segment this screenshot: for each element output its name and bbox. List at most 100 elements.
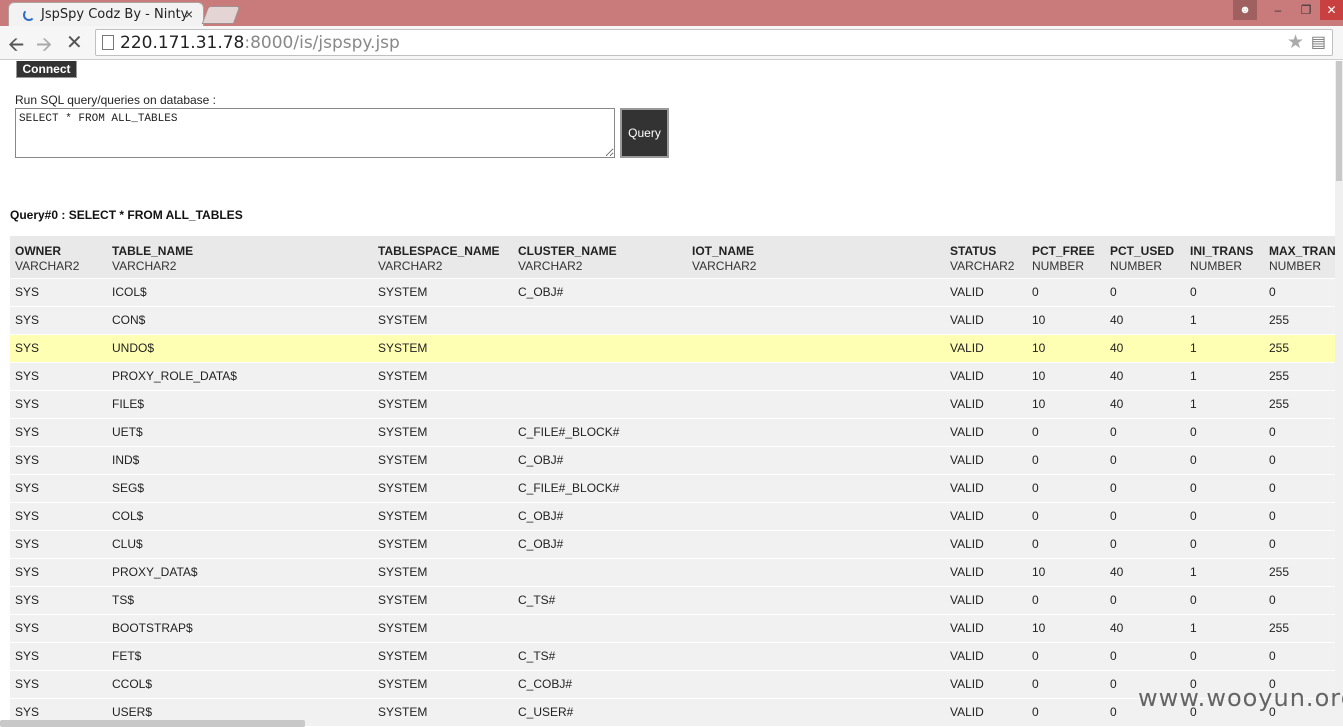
table-row[interactable]: SYS IND$ SYSTEM C_OBJ# VALID 0 0 0 0 [10, 446, 1343, 474]
table-cell [687, 586, 945, 614]
column-type: NUMBER [1110, 258, 1163, 273]
url-text[interactable]: 220.171.31.78:8000/is/jspspy.jsp [120, 33, 400, 53]
column-name: PCT_USED [1110, 243, 1175, 258]
watermark: www.wooyun.org [1138, 684, 1343, 712]
new-tab-button[interactable] [201, 6, 241, 24]
table-cell: 10 [1032, 369, 1046, 383]
table-row[interactable]: SYS CON$ SYSTEM VALID 10 40 1 255 [10, 306, 1343, 334]
sql-query-input[interactable] [15, 108, 615, 158]
table-row[interactable]: SYS FET$ SYSTEM C_TS# VALID 0 0 0 0 [10, 642, 1343, 670]
table-cell: 0 [1032, 285, 1039, 299]
table-cell [687, 670, 945, 698]
table-cell [687, 278, 945, 306]
table-cell [513, 614, 687, 642]
table-cell: SYS [15, 537, 40, 551]
table-cell: SYS [15, 397, 40, 411]
table-cell: UNDO$ [112, 341, 155, 355]
table-cell: C_OBJ# [518, 509, 564, 523]
table-cell [687, 418, 945, 446]
horizontal-scrollbar-thumb[interactable] [0, 720, 305, 727]
table-cell: SYS [15, 565, 40, 579]
table-cell: CCOL$ [112, 677, 153, 691]
table-cell: 0 [1032, 453, 1039, 467]
table-cell: SYS [15, 677, 40, 691]
back-arrow-icon[interactable]: 🡨 [8, 30, 24, 64]
table-cell: 10 [1032, 341, 1046, 355]
table-cell: 40 [1110, 621, 1124, 635]
connect-button[interactable]: Connect [16, 61, 77, 78]
column-header: MAX_TRANS NUMBER [1264, 236, 1343, 278]
table-cell: VALID [950, 621, 984, 635]
table-cell: C_USER# [518, 705, 574, 720]
table-cell [513, 390, 687, 418]
table-cell: VALID [950, 649, 984, 663]
table-cell: 0 [1269, 649, 1276, 663]
column-name: OWNER [15, 243, 61, 258]
column-type: VARCHAR2 [112, 258, 177, 273]
table-row[interactable]: SYS COL$ SYSTEM C_OBJ# VALID 0 0 0 0 [10, 502, 1343, 530]
table-cell: SYSTEM [378, 369, 428, 383]
maximize-button[interactable]: ❐ [1292, 0, 1320, 20]
table-cell: 0 [1190, 537, 1197, 551]
table-cell: VALID [950, 453, 984, 467]
table-row[interactable]: SYS PROXY_DATA$ SYSTEM VALID 10 40 1 255 [10, 558, 1343, 586]
address-bar[interactable]: 220.171.31.78:8000/is/jspspy.jsp ★ ▤ [95, 29, 1333, 56]
table-header-row: OWNER VARCHAR2 TABLE_NAME VARCHAR2 TABLESPAC… [10, 236, 1343, 278]
browser-toolbar: 🡨 🡪 ✕ 220.171.31.78:8000/is/jspspy.jsp ★… [0, 26, 1343, 60]
table-cell: 10 [1032, 565, 1046, 579]
table-cell: VALID [950, 481, 984, 495]
table-cell: 0 [1032, 537, 1039, 551]
browser-tab[interactable]: JspSpy Codz By - Ninty × [8, 2, 204, 26]
table-row[interactable]: SYS SEG$ SYSTEM C_FILE#_BLOCK# VALID 0 0 0 0 [10, 474, 1343, 502]
table-row[interactable]: SYS PROXY_ROLE_DATA$ SYSTEM VALID 10 40 1 255 [10, 362, 1343, 390]
bookmark-star-icon[interactable]: ★ [1287, 31, 1304, 54]
table-cell: CLU$ [112, 537, 143, 551]
column-type: VARCHAR2 [378, 258, 443, 273]
table-cell: SYS [15, 341, 40, 355]
minimize-button[interactable]: – [1264, 0, 1292, 20]
column-name: MAX_TRANS [1269, 243, 1343, 258]
query-button[interactable]: Query [620, 108, 669, 158]
table-cell: SYSTEM [378, 677, 428, 691]
table-row[interactable]: SYS BOOTSTRAP$ SYSTEM VALID 10 40 1 255 [10, 614, 1343, 642]
table-cell [687, 334, 945, 362]
column-name: CLUSTER_NAME [518, 243, 617, 258]
table-cell [687, 698, 945, 726]
table-cell: VALID [950, 537, 984, 551]
table-row[interactable]: SYS FILE$ SYSTEM VALID 10 40 1 255 [10, 390, 1343, 418]
table-cell: 0 [1269, 537, 1276, 551]
table-cell: C_OBJ# [518, 537, 564, 551]
column-header: OWNER VARCHAR2 [10, 236, 107, 278]
table-row[interactable]: SYS TS$ SYSTEM C_TS# VALID 0 0 0 0 [10, 586, 1343, 614]
column-type: NUMBER [1269, 258, 1322, 273]
table-cell: SYS [15, 369, 40, 383]
page-action-icon[interactable]: ▤ [1311, 32, 1326, 52]
vertical-scrollbar[interactable] [1335, 61, 1343, 711]
table-row[interactable]: SYS CLU$ SYSTEM C_OBJ# VALID 0 0 0 0 [10, 530, 1343, 558]
table-row[interactable]: SYS ICOL$ SYSTEM C_OBJ# VALID 0 0 0 0 [10, 278, 1343, 306]
column-type: NUMBER [1032, 258, 1085, 273]
user-profile-icon[interactable]: ☻ [1233, 0, 1257, 20]
table-cell: TS$ [112, 593, 135, 607]
forward-arrow-icon[interactable]: 🡪 [36, 30, 52, 64]
table-cell: 0 [1110, 481, 1117, 495]
table-row[interactable]: SYS UNDO$ SYSTEM VALID 10 40 1 255 [10, 334, 1343, 362]
close-window-button[interactable]: ✕ [1320, 0, 1343, 20]
table-cell: 0 [1032, 705, 1039, 720]
sql-label: Run SQL query/queries on database : [15, 93, 217, 107]
vertical-scrollbar-thumb[interactable] [1336, 61, 1342, 181]
table-row[interactable]: SYS UET$ SYSTEM C_FILE#_BLOCK# VALID 0 0 0 0 [10, 418, 1343, 446]
table-cell [513, 558, 687, 586]
column-type: VARCHAR2 [950, 258, 1015, 273]
table-cell: 0 [1190, 285, 1197, 299]
url-path: :8000/is/jspspy.jsp [244, 33, 400, 53]
table-cell: SYSTEM [378, 341, 428, 355]
table-cell [687, 306, 945, 334]
stop-loading-icon[interactable]: ✕ [66, 30, 83, 55]
table-cell: 40 [1110, 369, 1124, 383]
table-cell: SYSTEM [378, 621, 428, 635]
tab-close-icon[interactable]: × [185, 6, 193, 22]
table-cell: 1 [1190, 397, 1197, 411]
column-name: PCT_FREE [1032, 243, 1095, 258]
table-cell: 0 [1269, 593, 1276, 607]
